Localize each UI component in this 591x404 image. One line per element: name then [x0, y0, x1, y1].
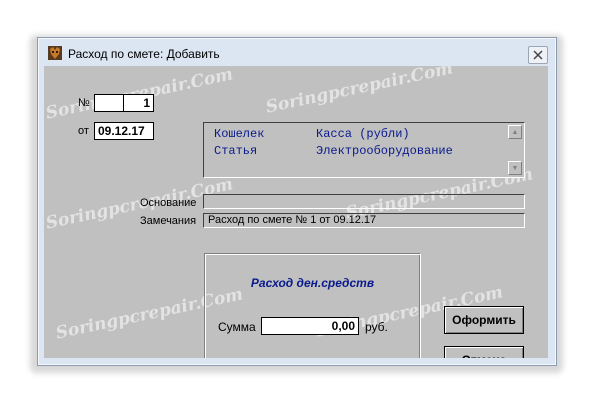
notes-field[interactable]: Расход по смете № 1 от 09.12.17: [203, 213, 525, 228]
cancel-button[interactable]: Отмена: [444, 346, 524, 358]
info-key-wallet: Кошелек: [214, 127, 265, 141]
currency-label: руб.: [365, 320, 388, 334]
arrow-down-icon: ▼: [511, 164, 519, 172]
dialog-window: Расход по смете: Добавить Soringpcrepair…: [37, 37, 557, 366]
notes-label: Замечания: [140, 215, 197, 227]
scroll-up-button[interactable]: ▲: [508, 125, 522, 139]
amount-field[interactable]: 0,00: [261, 317, 359, 335]
number-field[interactable]: 1: [123, 94, 154, 112]
close-button[interactable]: [528, 46, 548, 64]
info-key-item: Статья: [214, 144, 258, 158]
info-value-wallet: Касса (рубли): [316, 127, 410, 141]
window-title: Расход по смете: Добавить: [68, 47, 220, 61]
date-label: от: [78, 125, 89, 137]
watermark-text: Soringpcrepair.Com: [264, 66, 455, 118]
expense-group-title: Расход ден.средств: [250, 276, 375, 290]
basis-label: Основание: [140, 197, 197, 209]
close-icon: [533, 50, 543, 60]
info-list[interactable]: Кошелек Касса (рубли) Статья Электрообор…: [203, 122, 525, 178]
dialog-client-area: Soringpcrepair.Com Soringpcrepair.Com So…: [44, 66, 548, 358]
arrow-up-icon: ▲: [511, 128, 519, 136]
number-prefix-field[interactable]: [94, 94, 124, 112]
info-value-item: Электрооборудование: [316, 144, 453, 158]
basis-field[interactable]: [203, 194, 525, 209]
app-logo-icon: [48, 46, 62, 60]
expense-group: Расход ден.средств Сумма 0,00 руб.: [204, 253, 421, 358]
amount-label: Сумма: [218, 320, 256, 334]
info-scrollbar[interactable]: ▲ ▼: [508, 125, 522, 175]
title-bar[interactable]: Расход по смете: Добавить: [38, 38, 556, 66]
number-label: №: [78, 97, 90, 109]
date-field[interactable]: 09.12.17: [94, 122, 154, 140]
submit-button[interactable]: Оформить: [444, 306, 524, 334]
scroll-down-button[interactable]: ▼: [508, 161, 522, 175]
